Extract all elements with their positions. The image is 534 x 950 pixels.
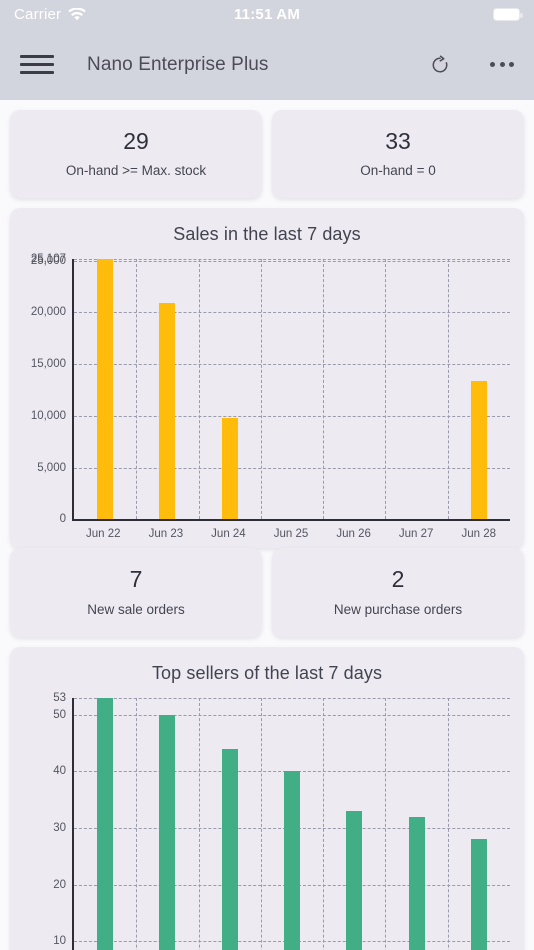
bar[interactable] xyxy=(159,303,176,520)
y-tick-label: 40 xyxy=(53,765,66,778)
bar-slot xyxy=(261,259,323,519)
bar-slot xyxy=(385,259,447,519)
bar-slot xyxy=(199,259,261,520)
top-sellers-chart-card: Top sellers of the last 7 days 53 50 40 30 2… xyxy=(10,646,524,950)
dot xyxy=(490,62,495,67)
dot xyxy=(499,62,505,67)
x-tick-label: Jun 22 xyxy=(86,528,121,541)
carrier-label: Carrier xyxy=(14,6,62,23)
y-tick-label: 20 xyxy=(53,878,66,891)
dot xyxy=(509,62,514,67)
app-header: Nano Enterprise Plus xyxy=(0,29,534,100)
bar-slot xyxy=(448,698,510,950)
stat-card-new-sale-orders[interactable]: 7 New sale orders xyxy=(10,548,262,637)
plot-area xyxy=(72,259,510,522)
y-tick-label: 10 xyxy=(53,935,66,948)
status-bar-right xyxy=(493,8,523,21)
refresh-icon[interactable] xyxy=(430,55,450,75)
bar-slot xyxy=(448,259,510,520)
stat-card-new-purchase-orders[interactable]: 2 New purchase orders xyxy=(272,548,524,637)
stats-row-inventory: 29 On-hand >= Max. stock 33 On-hand = 0 xyxy=(10,110,524,199)
y-tick-label: 15,000 xyxy=(30,358,66,371)
y-tick-label: 0 xyxy=(59,513,66,526)
x-axis-labels: Jun 22 Jun 23 Jun 24 Jun 25 Jun 26 Jun 27 Jun … xyxy=(72,521,510,540)
header-actions xyxy=(430,55,514,75)
bar-slot xyxy=(136,259,198,520)
stat-label: New purchase orders xyxy=(333,601,463,617)
hamburger-bar xyxy=(20,63,54,66)
bar[interactable] xyxy=(159,714,176,950)
plot-area xyxy=(72,697,510,950)
hamburger-bar xyxy=(20,71,54,74)
wifi-icon xyxy=(68,8,87,21)
stat-value: 2 xyxy=(391,566,405,593)
dashboard-content: 29 On-hand >= Max. stock 33 On-hand = 0 … xyxy=(0,100,534,950)
y-axis-labels: 53 50 40 30 20 10 xyxy=(24,692,72,950)
bar[interactable] xyxy=(97,697,114,950)
stat-value: 29 xyxy=(123,128,149,154)
bar[interactable] xyxy=(283,771,300,950)
status-bar-left: Carrier xyxy=(14,6,87,23)
bar-series xyxy=(74,259,510,520)
bar-slot xyxy=(74,697,136,950)
y-tick-label: 20,000 xyxy=(30,306,66,319)
battery-icon xyxy=(493,8,523,21)
y-tick-label: 53 xyxy=(53,691,66,704)
bar-slot xyxy=(385,698,447,950)
top-sellers-chart[interactable]: 53 50 40 30 20 10 xyxy=(24,692,510,950)
y-tick-label: 50 xyxy=(53,708,66,721)
bar[interactable] xyxy=(470,380,487,520)
sales-chart-card: Sales in the last 7 days 25,107 25,000 20,… xyxy=(10,208,524,549)
stats-row-orders: 7 New sale orders 2 New purchase orders xyxy=(10,548,524,637)
y-tick-label: 25,000 xyxy=(30,254,66,267)
more-options-icon[interactable] xyxy=(490,62,514,67)
bar[interactable] xyxy=(221,748,238,950)
stat-value: 7 xyxy=(129,566,143,593)
x-tick-label: Jun 23 xyxy=(148,528,184,541)
stat-card-onhand-zero[interactable]: 33 On-hand = 0 xyxy=(272,110,524,199)
status-bar: Carrier 11:51 AM xyxy=(0,0,534,29)
bar[interactable] xyxy=(346,811,363,950)
stat-value: 33 xyxy=(385,128,411,154)
chart-title-top-sellers: Top sellers of the last 7 days xyxy=(151,662,383,683)
sales-chart[interactable]: 25,107 25,000 20,000 15,000 10,000 5,000 0 Jun… xyxy=(24,253,510,540)
bar[interactable] xyxy=(408,816,425,950)
x-tick-label: Jun 24 xyxy=(211,528,246,541)
y-tick-label: 5,000 xyxy=(37,461,66,474)
bar[interactable] xyxy=(470,839,487,950)
stat-card-onhand-max[interactable]: 29 On-hand >= Max. stock xyxy=(10,110,262,199)
bar-slot xyxy=(74,259,136,520)
bar-series xyxy=(74,697,510,950)
page-title: Nano Enterprise Plus xyxy=(87,53,269,75)
bar-slot xyxy=(323,698,385,950)
bar-slot xyxy=(323,259,385,519)
chart-title-sales: Sales in the last 7 days xyxy=(173,224,361,245)
y-tick-label: 30 xyxy=(53,822,66,835)
stat-label: New sale orders xyxy=(87,601,185,617)
y-axis-labels: 25,107 25,000 20,000 15,000 10,000 5,000 0 xyxy=(24,253,72,525)
bar-slot xyxy=(136,698,198,950)
x-tick-label: Jun 28 xyxy=(461,528,497,541)
stat-label: On-hand >= Max. stock xyxy=(65,163,207,179)
bar-slot xyxy=(199,698,261,950)
hamburger-bar xyxy=(20,55,54,58)
x-tick-label: Jun 26 xyxy=(336,528,371,541)
bar[interactable] xyxy=(221,417,238,520)
x-tick-label: Jun 27 xyxy=(398,528,434,541)
y-tick-label: 10,000 xyxy=(30,409,66,422)
hamburger-menu-icon[interactable] xyxy=(20,50,54,80)
bar-slot xyxy=(261,698,323,950)
bar[interactable] xyxy=(97,259,114,520)
x-tick-label: Jun 25 xyxy=(273,528,309,541)
stat-label: On-hand = 0 xyxy=(360,163,436,179)
